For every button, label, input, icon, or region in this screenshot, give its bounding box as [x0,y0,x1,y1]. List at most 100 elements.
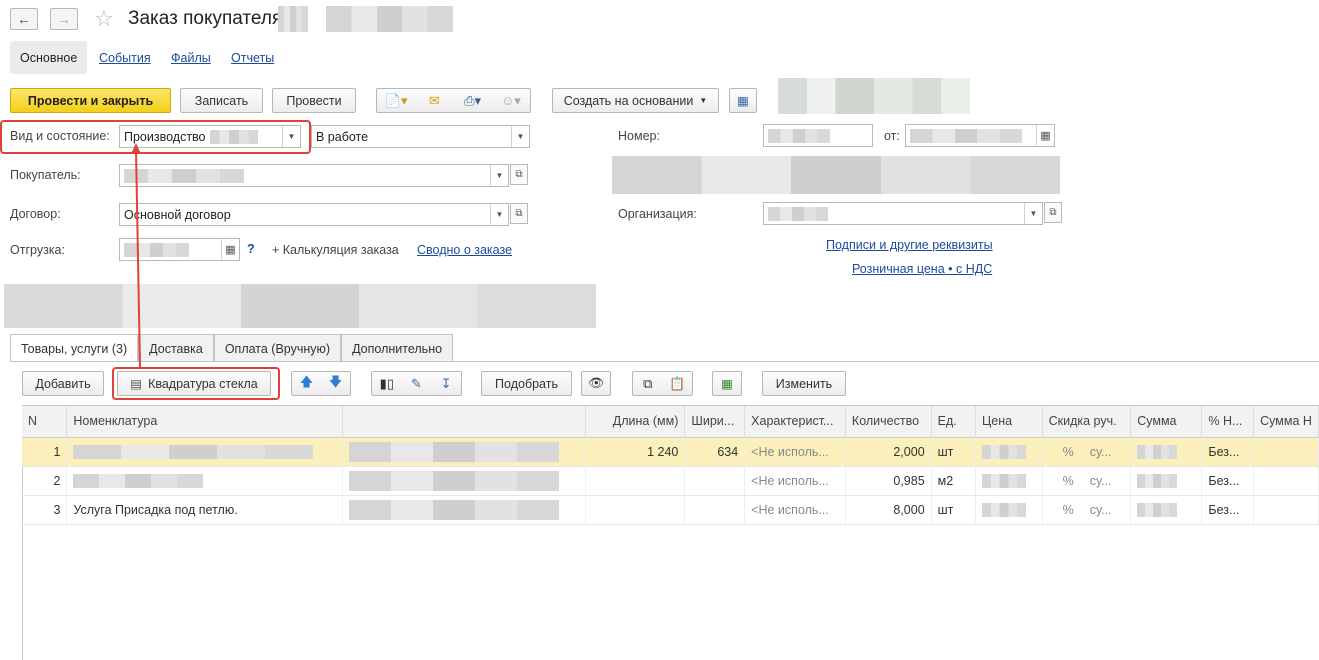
post-and-close-button[interactable]: Провести и закрыть [10,88,171,113]
nav-files[interactable]: Файлы [171,51,211,65]
cell-width[interactable]: 634 [684,437,746,467]
col-price[interactable]: Цена [975,406,1043,438]
cell-discount[interactable]: % су... [1042,495,1132,525]
cell-characteristic[interactable]: <Не исполь... [744,466,846,496]
col-sum[interactable]: Сумма [1130,406,1203,438]
cell-price[interactable] [975,495,1043,525]
summary-link[interactable]: Сводно о заказе [417,243,512,257]
contract-select[interactable]: Основной договор ▼ [119,203,509,226]
nav-events[interactable]: События [99,51,151,65]
print-icon[interactable]: ⎙▾ [463,91,483,111]
cell-vat-sum[interactable] [1253,495,1319,525]
arrow-down-icon[interactable]: 🡇 [326,374,346,394]
open-contract-button[interactable]: ⧉ [510,203,528,224]
number-field[interactable] [763,124,873,147]
calc-link[interactable]: + Калькуляция заказа [272,243,399,257]
cell-vat-rate[interactable]: Без... [1201,466,1255,496]
cell-unit[interactable]: шт [931,437,977,467]
mail-icon[interactable]: ✉ [424,91,444,111]
save-button[interactable]: Записать [180,88,263,113]
arrow-up-icon[interactable]: 🡅 [297,374,317,394]
col-nomenclature[interactable]: Номенклатура [66,406,344,438]
organization-select[interactable]: ▼ [763,202,1043,225]
back-button[interactable]: ← [10,8,38,30]
chevron-down-icon[interactable]: ▼ [1024,203,1042,224]
cell-quantity[interactable]: 2,000 [845,437,932,467]
customer-select[interactable]: ▼ [119,164,509,187]
cell-redacted[interactable] [342,495,587,525]
view-button[interactable]: 👁 [581,371,611,396]
open-organization-button[interactable]: ⧉ [1044,202,1062,223]
cell-vat-sum[interactable] [1253,437,1319,467]
create-based-on-button[interactable]: Создать на основании ▼ [552,88,719,113]
signatures-link[interactable]: Подписи и другие реквизиты [826,238,993,252]
chevron-down-icon[interactable]: ▼ [490,165,508,186]
col-quantity[interactable]: Количество [845,406,932,438]
cell-sum[interactable] [1130,495,1203,525]
cell-redacted[interactable] [342,466,587,496]
new-document-icon[interactable]: 📄▾ [385,91,408,111]
scanner-icon[interactable]: ✎ [406,374,426,394]
pick-button[interactable]: Подобрать [481,371,572,396]
col-n[interactable]: N [22,406,68,438]
chevron-down-icon[interactable]: ▼ [282,126,300,147]
cell-discount[interactable]: % су... [1042,437,1132,467]
cell-redacted[interactable] [342,437,587,467]
date-field[interactable]: ▦ [905,124,1055,147]
cell-discount[interactable]: % су... [1042,466,1132,496]
tab-delivery[interactable]: Доставка [138,334,214,362]
open-customer-button[interactable]: ⧉ [510,164,528,185]
status-icon[interactable]: ☺▾ [501,91,521,111]
chevron-down-icon[interactable]: ▼ [511,126,529,147]
post-button[interactable]: Провести [272,88,356,113]
chevron-down-icon[interactable]: ▼ [490,204,508,225]
filter-icon[interactable]: ↧ [436,374,456,394]
copy-icon[interactable]: ⧉ [638,374,658,394]
cell-sum[interactable] [1130,466,1203,496]
cell-length[interactable] [585,495,686,525]
cell-length[interactable] [585,466,686,496]
add-row-button[interactable]: Добавить [22,371,104,396]
paste-icon[interactable]: 📋 [667,374,687,394]
help-icon[interactable]: ? [247,242,255,256]
calendar-icon[interactable]: ▦ [1036,125,1054,146]
cell-width[interactable] [684,466,746,496]
col-redacted[interactable] [342,406,587,438]
col-unit[interactable]: Ед. [931,406,977,438]
kind-select[interactable]: Производство ▼ [119,125,301,148]
cell-length[interactable]: 1 240 [585,437,686,467]
cell-price[interactable] [975,466,1043,496]
cell-width[interactable] [684,495,746,525]
cell-n[interactable]: 1 [22,437,68,467]
cell-name[interactable] [66,466,344,496]
cell-characteristic[interactable]: <Не исполь... [744,495,846,525]
change-button[interactable]: Изменить [762,371,846,396]
cell-n[interactable]: 2 [22,466,68,496]
forward-button[interactable]: → [50,8,78,30]
cell-vat-sum[interactable] [1253,466,1319,496]
cell-characteristic[interactable]: <Не исполь... [744,437,846,467]
col-vat-sum[interactable]: Сумма Н [1253,406,1319,438]
cell-sum[interactable] [1130,437,1203,467]
table-row[interactable]: 3 Услуга Присадка под петлю. <Не исполь.… [22,495,1319,525]
cell-unit[interactable]: м2 [931,466,977,496]
cell-quantity[interactable]: 8,000 [845,495,932,525]
cell-name[interactable]: Услуга Присадка под петлю. [66,495,344,525]
col-characteristic[interactable]: Характерист... [744,406,846,438]
nav-reports[interactable]: Отчеты [231,51,274,65]
barcode-icon[interactable]: ▮▯ [377,374,397,394]
cell-unit[interactable]: шт [931,495,977,525]
glass-area-button[interactable]: ▤ Квадратура стекла [117,371,271,396]
table-row[interactable]: 1 1 240 634 <Не исполь... 2,000 шт % су..… [22,437,1319,467]
report-button[interactable]: ▦ [712,371,742,396]
tab-payment[interactable]: Оплата (Вручную) [213,334,342,362]
favorite-star-icon[interactable]: ☆ [94,6,114,32]
table-row[interactable]: 2 <Не исполь... 0,985 м2 % су... Без... [22,466,1319,496]
shipment-date-field[interactable]: ▦ [119,238,240,261]
calendar-icon[interactable]: ▦ [221,239,239,260]
cell-vat-rate[interactable]: Без... [1201,495,1255,525]
cell-n[interactable]: 3 [22,495,68,525]
structure-button[interactable]: ▦ [729,88,757,113]
tab-additional[interactable]: Дополнительно [341,334,454,362]
cell-name[interactable] [66,437,344,467]
